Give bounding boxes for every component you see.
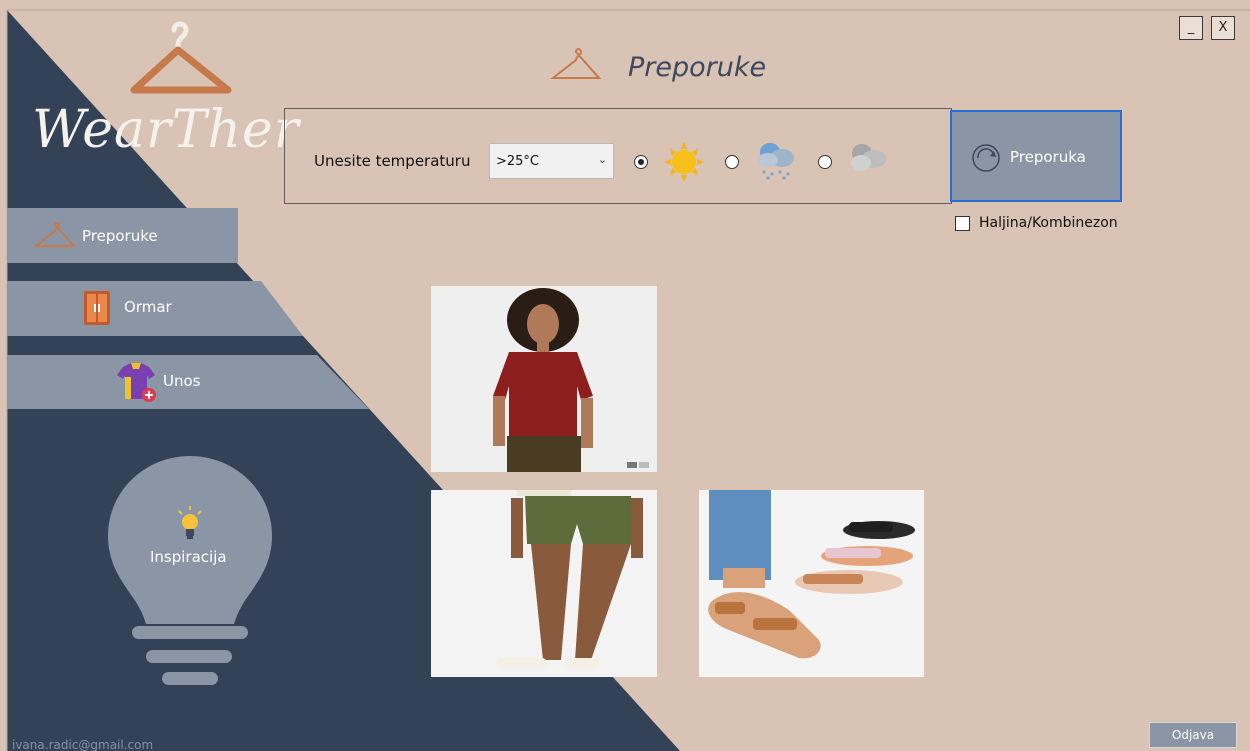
wardrobe-icon — [83, 290, 111, 330]
cloud-icon — [846, 140, 890, 184]
dress-checkbox[interactable] — [955, 216, 970, 231]
page-title: Preporuke — [628, 52, 767, 83]
chevron-down-icon: ⌄ — [597, 153, 607, 166]
result-image-bottom[interactable] — [431, 490, 657, 677]
photo-red-tshirt — [431, 286, 657, 472]
hanger-icon — [550, 48, 602, 88]
sidebar-item-ormar[interactable]: Ormar — [7, 281, 297, 336]
inspiration-label: Inspiracija — [150, 548, 227, 566]
temperature-label: Unesite temperaturu — [314, 152, 471, 170]
hanger-icon — [33, 221, 77, 254]
sidebar-item-label: Ormar — [124, 298, 172, 316]
sidebar-item-preporuke[interactable]: Preporuke — [7, 208, 238, 263]
result-image-shoes[interactable] — [699, 490, 924, 677]
sidebar-item-label: Preporuke — [82, 227, 158, 245]
app-logo-text: WearTher — [32, 100, 300, 160]
sun-icon — [662, 142, 706, 186]
result-image-top[interactable] — [431, 286, 657, 472]
photo-green-shorts — [431, 490, 657, 677]
weather-radio-rainy[interactable] — [725, 155, 739, 169]
photo-tan-sandals — [699, 490, 924, 677]
inspiration-button[interactable]: Inspiracija — [108, 456, 272, 690]
recommend-button-label: Preporuka — [1010, 148, 1086, 166]
dress-checkbox-label: Haljina/Kombinezon — [979, 215, 1118, 231]
logout-button[interactable]: Odjava — [1149, 722, 1237, 748]
minimize-button[interactable]: _ — [1179, 16, 1203, 40]
weather-radio-sunny[interactable] — [634, 155, 648, 169]
user-email: ivana.radic@gmail.com — [12, 738, 154, 751]
temperature-value: >25°C — [496, 154, 540, 169]
refresh-icon — [970, 142, 1002, 178]
sidebar-item-unos[interactable]: Unos — [7, 355, 367, 409]
sidebar-item-label: Unos — [163, 372, 201, 390]
lightbulb-icon — [176, 506, 204, 546]
bulb-shape — [108, 456, 272, 685]
app-window: _ X WearTher Preporuke Ormar Unos Inspir… — [0, 0, 1250, 751]
temperature-select[interactable]: >25°C ⌄ — [489, 143, 614, 179]
close-button[interactable]: X — [1211, 16, 1235, 40]
rain-cloud-icon — [754, 140, 800, 186]
recommend-button[interactable]: Preporuka — [950, 110, 1122, 202]
weather-radio-cloudy[interactable] — [818, 155, 832, 169]
add-clothes-icon — [115, 361, 157, 407]
